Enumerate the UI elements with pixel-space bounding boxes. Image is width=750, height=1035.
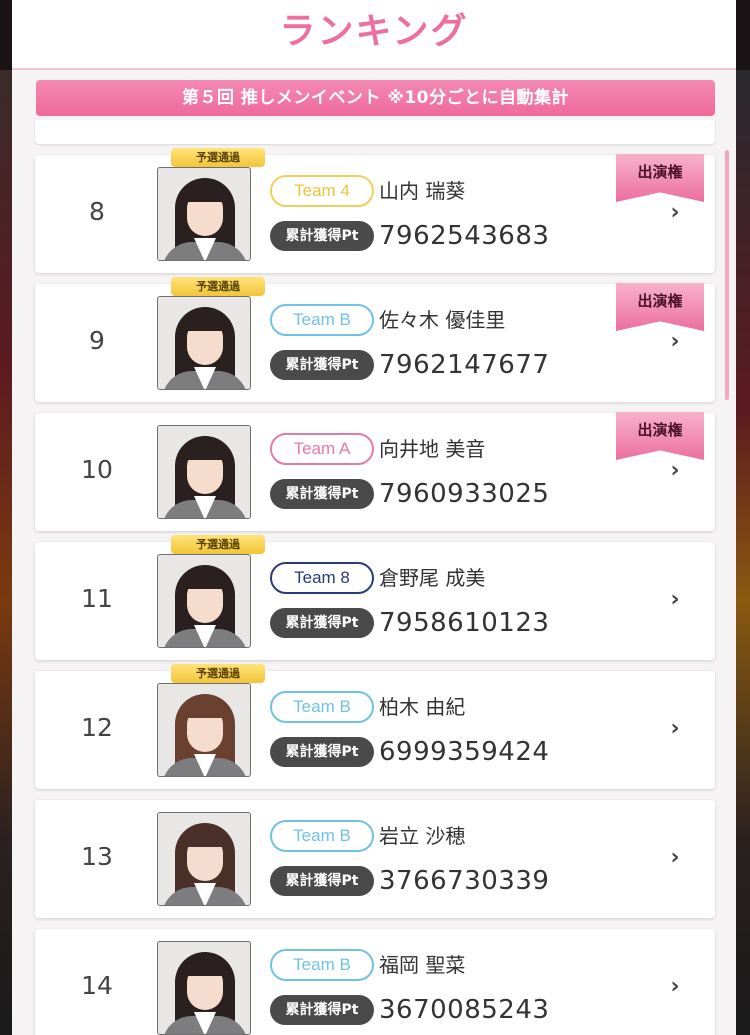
points-label: 累計獲得Pt [270,995,374,1025]
member-photo [157,167,251,261]
qualified-badge: 予選通過 [171,148,265,167]
member-photo [157,425,251,519]
rank-number: 9 [89,326,105,355]
chevron-right-icon[interactable]: › [665,330,685,354]
ranking-row-13[interactable]: 13 Team B 岩立 沙穂 累計獲得Pt 3766730339 › [35,800,715,918]
member-name: 柏木 由紀 [379,695,466,719]
team-badge: Team 8 [270,562,374,594]
ranking-row-9[interactable]: 9 予選通過 Team B 佐々木 優佳里 累計獲得Pt 7962147677 … [35,277,715,402]
member-photo [157,296,251,390]
rank-number: 8 [89,197,105,226]
award-label: 出演権 [637,421,683,439]
member-name: 福岡 聖菜 [379,953,466,977]
team-badge: Team 4 [270,175,374,207]
member-photo [157,812,251,906]
points-value: 3766730339 [379,866,550,896]
points-label: 累計獲得Pt [270,479,374,509]
list-scrollbar[interactable] [725,150,729,400]
chevron-right-icon[interactable]: › [665,717,685,741]
points-label: 累計獲得Pt [270,866,374,896]
chevron-right-icon[interactable]: › [665,201,685,225]
qualified-badge: 予選通過 [171,664,265,683]
team-badge: Team B [270,304,374,336]
member-name: 佐々木 優佳里 [379,308,506,332]
event-banner: 第５回 推しメンイベント ※10分ごとに自動集計 [36,80,715,116]
ranking-row-12[interactable]: 12 予選通過 Team B 柏木 由紀 累計獲得Pt 6999359424 › [35,664,715,789]
team-badge: Team B [270,691,374,723]
chevron-right-icon[interactable]: › [665,459,685,483]
member-name: 岩立 沙穂 [379,824,466,848]
team-badge: Team A [270,433,374,465]
member-photo [157,941,251,1035]
member-name: 山内 瑞葵 [379,179,466,203]
ranking-row-11[interactable]: 11 予選通過 Team 8 倉野尾 成美 累計獲得Pt 7958610123 … [35,535,715,660]
award-ribbon: 出演権 [616,412,704,460]
points-value: 3670085243 [379,995,550,1025]
rank-number: 11 [81,584,113,613]
rank-number: 14 [81,971,113,1000]
award-label: 出演権 [637,292,683,310]
ranking-row-14[interactable]: 14 Team B 福岡 聖菜 累計獲得Pt 3670085243 › [35,929,715,1035]
qualified-badge: 予選通過 [171,277,265,296]
points-label: 累計獲得Pt [270,608,374,638]
points-label: 累計獲得Pt [270,350,374,380]
rank-number: 10 [81,455,113,484]
rank-number: 13 [81,842,113,871]
background-right-edge [736,70,750,1035]
page-title: ランキング [279,11,469,52]
member-photo [157,683,251,777]
header: ランキング [12,0,736,70]
chevron-right-icon[interactable]: › [665,588,685,612]
points-value: 6999359424 [379,737,550,767]
points-value: 7962147677 [379,350,550,380]
points-label: 累計獲得Pt [270,737,374,767]
points-value: 7958610123 [379,608,550,638]
points-value: 7962543683 [379,221,550,251]
qualified-badge: 予選通過 [171,535,265,554]
team-badge: Team B [270,949,374,981]
ranking-panel: ランキング 第５回 推しメンイベント ※10分ごとに自動集計 8 予選通過 Te… [12,0,736,1035]
member-name: 倉野尾 成美 [379,566,486,590]
ranking-row-10[interactable]: 10 Team A 向井地 美音 累計獲得Pt 7960933025 出演権 › [35,412,715,531]
points-label: 累計獲得Pt [270,221,374,251]
points-value: 7960933025 [379,479,550,509]
ranking-list[interactable]: 8 予選通過 Team 4 山内 瑞葵 累計獲得Pt 7962543683 出演… [12,120,736,1035]
rank-number: 12 [81,713,113,742]
previous-row-partial[interactable] [35,120,715,144]
award-ribbon: 出演権 [616,283,704,331]
member-photo [157,554,251,648]
chevron-right-icon[interactable]: › [665,975,685,999]
team-badge: Team B [270,820,374,852]
chevron-right-icon[interactable]: › [665,846,685,870]
member-name: 向井地 美音 [379,437,486,461]
ranking-row-8[interactable]: 8 予選通過 Team 4 山内 瑞葵 累計獲得Pt 7962543683 出演… [35,148,715,273]
award-label: 出演権 [637,163,683,181]
award-ribbon: 出演権 [616,154,704,202]
